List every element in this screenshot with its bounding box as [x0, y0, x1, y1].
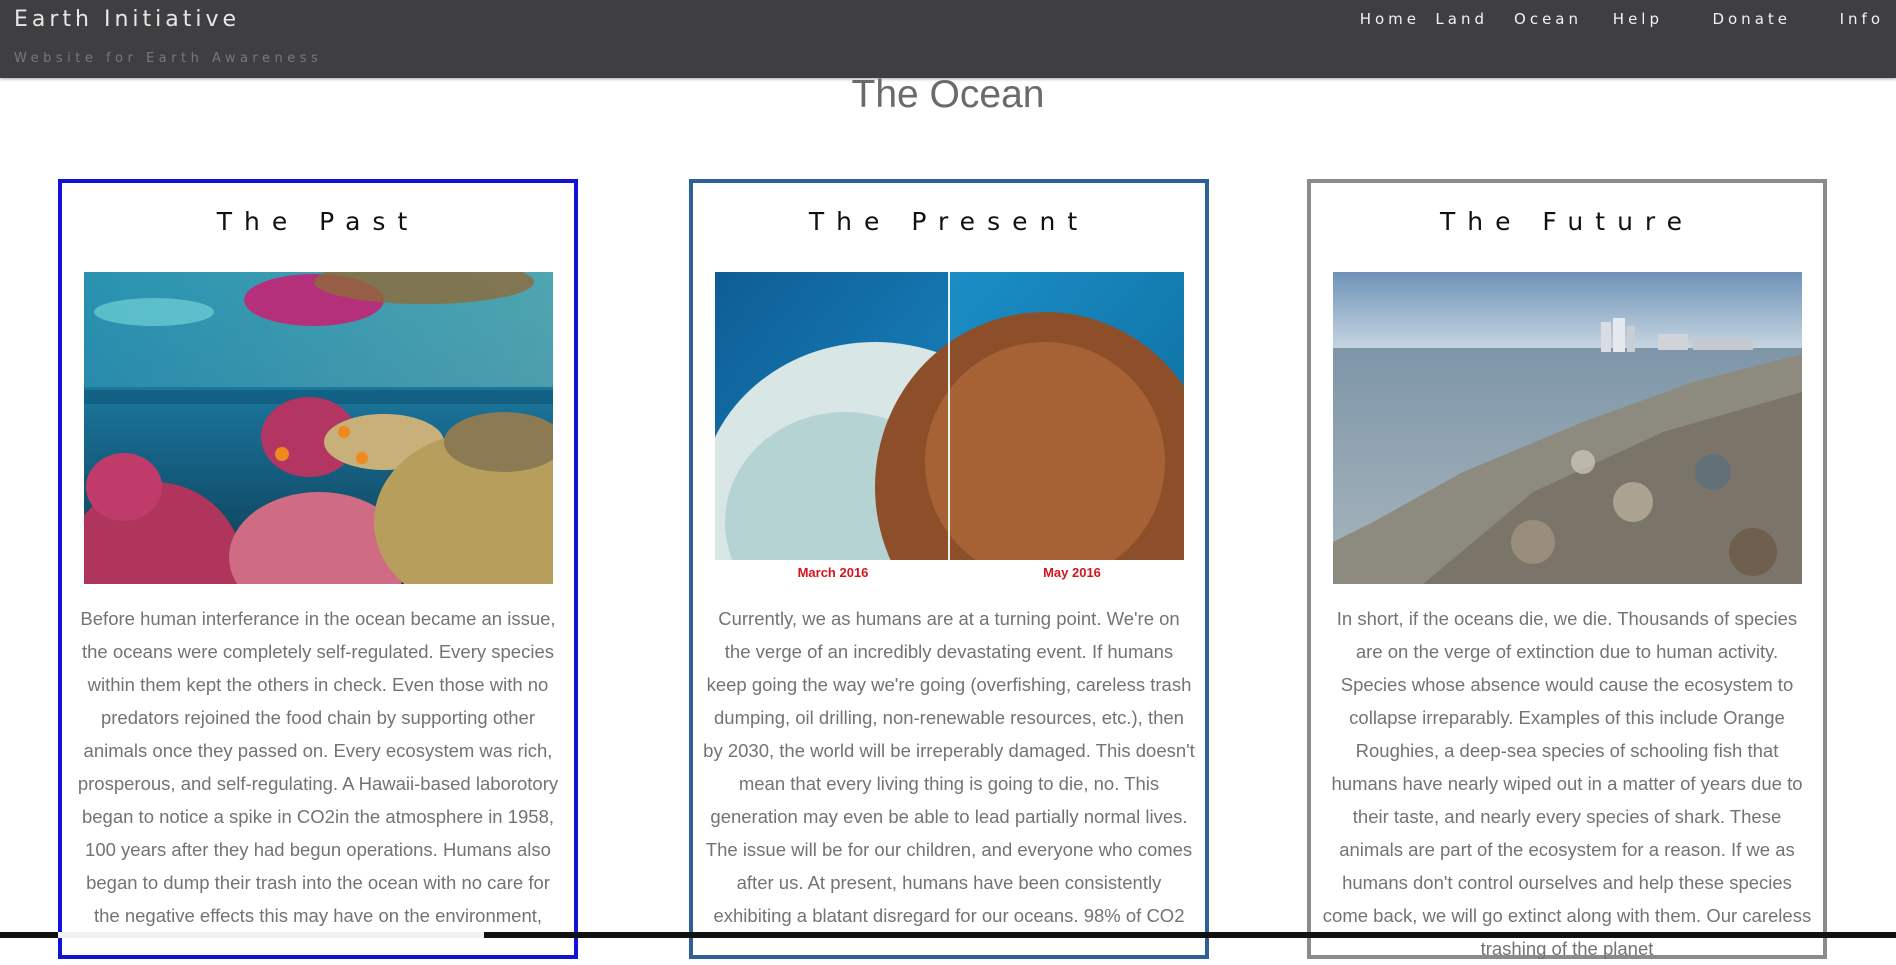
- top-navigation-bar: Earth Initiative Website for Earth Aware…: [0, 0, 1896, 78]
- scrollbar-thumb[interactable]: [58, 932, 484, 938]
- page-title: The Ocean: [851, 73, 1045, 116]
- card-text-future: In short, if the oceans die, we die. Tho…: [1322, 608, 1812, 959]
- caption-may-2016: May 2016: [1043, 565, 1101, 580]
- nav-link-donate[interactable]: Donate: [1712, 10, 1791, 28]
- card-text-past: Before human interferance in the ocean b…: [77, 608, 559, 926]
- nav-link-home[interactable]: Home: [1360, 10, 1420, 28]
- main-nav: Home Land Ocean Help Donate Info: [1336, 10, 1896, 34]
- coral-reef-photo: [84, 272, 553, 584]
- horizontal-scrollbar[interactable]: [0, 932, 1896, 938]
- nav-link-help[interactable]: Help: [1613, 10, 1663, 28]
- card-the-past: The Past Before human interferance in th…: [58, 179, 578, 959]
- site-brand[interactable]: Earth Initiative: [14, 7, 240, 32]
- card-the-future: The Future In short, if the oceans die, …: [1307, 179, 1827, 959]
- nav-link-info[interactable]: Info: [1840, 10, 1884, 28]
- card-heading-present: The Present: [808, 207, 1090, 236]
- caption-march-2016: March 2016: [798, 565, 869, 580]
- site-tagline: Website for Earth Awareness: [14, 51, 323, 66]
- nav-link-ocean[interactable]: Ocean: [1514, 10, 1582, 28]
- polluted-beach-photo: [1333, 272, 1802, 584]
- card-the-present: The Present March 2016 May 2016 Currentl…: [689, 179, 1209, 959]
- coral-bleaching-comparison-photo: March 2016 May 2016: [715, 272, 1184, 584]
- nav-link-land[interactable]: Land: [1435, 10, 1488, 28]
- card-heading-future: The Future: [1439, 207, 1695, 236]
- card-heading-past: The Past: [216, 207, 420, 236]
- card-text-present: Currently, we as humans are at a turning…: [703, 608, 1195, 926]
